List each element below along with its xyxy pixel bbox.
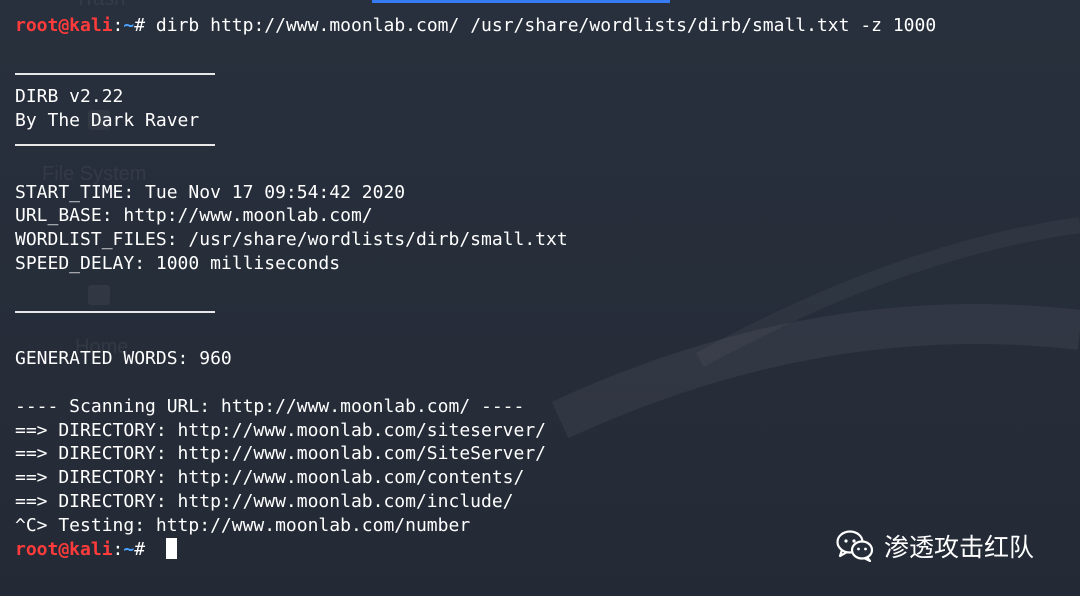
text-cursor bbox=[165, 537, 177, 559]
separator bbox=[15, 310, 215, 313]
directory-line: ==> DIRECTORY: http://www.moonlab.com/in… bbox=[15, 490, 514, 512]
watermark-text: 渗透攻击红队 bbox=[884, 533, 1035, 562]
separator bbox=[15, 72, 215, 75]
command-text: dirb http://www.moonlab.com/ /usr/share/… bbox=[155, 15, 937, 36]
prompt-colon: : bbox=[112, 15, 124, 36]
terminal-window[interactable]: Trash File System Home root@kali:~# dirb… bbox=[0, 0, 1080, 596]
active-tab-indicator bbox=[372, 0, 670, 3]
prompt-path: ~ bbox=[123, 15, 135, 36]
wordlist-files-line: WORDLIST_FILES: /usr/share/wordlists/dir… bbox=[15, 229, 568, 251]
separator-line bbox=[15, 62, 1070, 86]
scanning-url-line: ---- Scanning URL: http://www.moonlab.co… bbox=[15, 395, 525, 417]
separator-line bbox=[15, 300, 1070, 324]
start-time-line: START_TIME: Tue Nov 17 09:54:42 2020 bbox=[15, 181, 406, 203]
desktop-label-trash: Trash bbox=[75, 0, 125, 11]
banner-version: DIRB v2.22 bbox=[15, 86, 124, 108]
directory-line: ==> DIRECTORY: http://www.moonlab.com/Si… bbox=[15, 443, 547, 465]
directory-line: ==> DIRECTORY: http://www.moonlab.com/co… bbox=[15, 467, 525, 489]
url-base-line: URL_BASE: http://www.moonlab.com/ bbox=[15, 205, 373, 227]
prompt-user: root@kali bbox=[15, 538, 113, 560]
wechat-icon bbox=[836, 530, 874, 562]
separator-line bbox=[15, 133, 1070, 157]
directory-line: ==> DIRECTORY: http://www.moonlab.com/si… bbox=[15, 419, 547, 441]
generated-words-line: GENERATED WORDS: 960 bbox=[15, 348, 232, 370]
banner-author: By The Dark Raver bbox=[15, 110, 200, 132]
prompt-colon: : bbox=[112, 538, 124, 560]
watermark: 渗透攻击红队 bbox=[836, 528, 1034, 564]
prompt-user: root@kali bbox=[15, 15, 113, 36]
prompt-path: ~ bbox=[123, 538, 135, 560]
separator bbox=[15, 143, 215, 146]
terminal-output: root@kali:~# dirb http://www.moonlab.com… bbox=[15, 14, 1070, 561]
command-line: root@kali:~# dirb http://www.moonlab.com… bbox=[15, 14, 1070, 38]
speed-delay-line: SPEED_DELAY: 1000 milliseconds bbox=[15, 252, 341, 274]
prompt-hash: # bbox=[134, 538, 156, 560]
prompt-hash: # bbox=[134, 15, 156, 36]
